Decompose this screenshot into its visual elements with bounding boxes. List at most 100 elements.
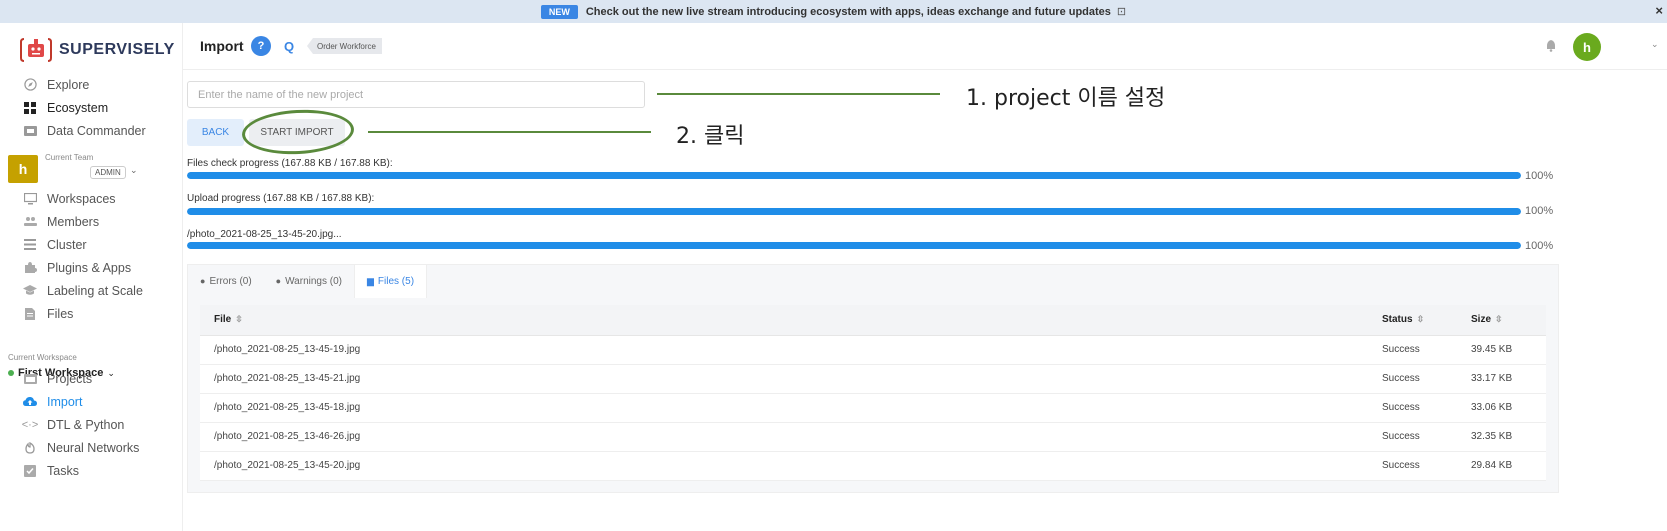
new-badge: NEW: [540, 4, 578, 19]
sidebar-item-label: Data Commander: [47, 123, 146, 138]
sidebar-item-cluster[interactable]: Cluster: [0, 233, 183, 256]
progress-label: /photo_2021-08-25_13-45-20.jpg...: [187, 229, 342, 240]
grid-icon: [23, 101, 37, 115]
file-icon: ▆: [366, 276, 374, 286]
annotation-ellipse: [240, 107, 356, 157]
sidebar-item-projects[interactable]: Projects: [0, 367, 183, 390]
help-icon[interactable]: ?: [251, 36, 271, 56]
sidebar-item-data-commander[interactable]: Data Commander: [0, 119, 183, 142]
current-team[interactable]: h Current Team ADMIN ⌄: [8, 153, 178, 187]
server-icon: [23, 238, 37, 252]
sidebar-item-label: Ecosystem: [47, 100, 109, 115]
column-header-status[interactable]: Status ⇳: [1368, 305, 1457, 336]
code-icon: <·>: [21, 418, 39, 431]
annotation-text-2: 2. 클릭: [676, 124, 745, 149]
sidebar-item-labeling-at-scale[interactable]: Labeling at Scale: [0, 279, 183, 302]
puzzle-icon: [23, 261, 37, 275]
size-cell: 32.35 KB: [1457, 422, 1546, 452]
sidebar-item-label: Labeling at Scale: [47, 283, 143, 298]
logo-text: SUPERVISELY: [59, 41, 175, 58]
table-row: /photo_2021-08-25_13-45-20.jpg Success 2…: [200, 451, 1546, 481]
project-name-input[interactable]: [187, 81, 645, 108]
tasks-icon: [23, 464, 37, 478]
chevron-down-icon[interactable]: ⌄: [130, 165, 138, 176]
tab-label: Warnings (0): [285, 275, 342, 287]
user-avatar[interactable]: h: [1573, 33, 1601, 61]
sidebar-item-tasks[interactable]: Tasks: [0, 459, 183, 482]
status-cell: Success: [1368, 335, 1457, 365]
sidebar-item-neural-networks[interactable]: Neural Networks: [0, 436, 183, 459]
main-nav: Explore Ecosystem Data Commander: [0, 73, 183, 142]
table-header-row: File ⇳ Status ⇳ Size ⇳: [200, 305, 1546, 336]
sidebar-item-plugins-apps[interactable]: Plugins & Apps: [0, 256, 183, 279]
sidebar-item-explore[interactable]: Explore: [0, 73, 183, 96]
annotation-line-2: [368, 131, 651, 133]
size-cell: 29.84 KB: [1457, 451, 1546, 481]
close-banner-icon[interactable]: ×: [1655, 3, 1663, 18]
progress-percent: 100%: [1525, 170, 1554, 182]
annotation-text-1: 1. project 이름 설정: [966, 86, 1166, 111]
progress-percent: 100%: [1525, 205, 1554, 217]
search-q-icon[interactable]: Q: [279, 36, 299, 56]
progress-bar: [187, 172, 1521, 179]
banner-text[interactable]: Check out the new live stream introducin…: [586, 6, 1111, 18]
logo[interactable]: SUPERVISELY: [20, 35, 175, 65]
projects-icon: [23, 372, 37, 386]
sidebar-item-dtl-python[interactable]: <·> DTL & Python: [0, 413, 183, 436]
back-button[interactable]: BACK: [187, 119, 244, 146]
table-row: /photo_2021-08-25_13-46-26.jpg Success 3…: [200, 422, 1546, 452]
file-cell: /photo_2021-08-25_13-45-19.jpg: [200, 335, 1368, 365]
tab-errors[interactable]: ● Errors (0): [188, 265, 264, 297]
team-nav: Workspaces Members Cluster Plugins & App…: [0, 187, 183, 325]
robot-logo-icon: [20, 35, 52, 65]
sidebar-item-members[interactable]: Members: [0, 210, 183, 233]
tab-files[interactable]: ▆ Files (5): [353, 265, 428, 298]
brain-icon: [23, 441, 37, 455]
folder-icon: [23, 124, 37, 138]
users-icon: [23, 215, 37, 229]
file-icon: [23, 307, 37, 321]
order-workforce-tag[interactable]: Order Workforce: [307, 38, 382, 54]
file-cell: /photo_2021-08-25_13-45-21.jpg: [200, 364, 1368, 394]
sidebar-item-import[interactable]: Import: [0, 390, 183, 413]
sidebar-item-label: DTL & Python: [47, 417, 125, 432]
cloud-upload-icon: [23, 395, 37, 409]
column-header-file[interactable]: File ⇳: [200, 305, 1368, 336]
progress-fill: [187, 172, 1521, 179]
column-header-size[interactable]: Size ⇳: [1457, 305, 1546, 336]
file-cell: /photo_2021-08-25_13-46-26.jpg: [200, 422, 1368, 452]
monitor-icon: [23, 192, 37, 206]
progress-label: Upload progress (167.88 KB / 167.88 KB):: [187, 193, 375, 204]
sidebar-item-label: Workspaces: [47, 191, 116, 206]
chevron-down-icon[interactable]: ⌄: [1651, 39, 1659, 50]
page-title: Import: [200, 38, 244, 54]
size-cell: 33.17 KB: [1457, 364, 1546, 394]
progress-bar: [187, 208, 1521, 215]
status-cell: Success: [1368, 364, 1457, 394]
tab-warnings[interactable]: ● Warnings (0): [264, 265, 354, 297]
bell-icon[interactable]: [1546, 40, 1556, 52]
tab-label: Errors (0): [209, 275, 252, 287]
external-link-icon[interactable]: ⊡: [1117, 5, 1126, 18]
tab-label: Files (5): [377, 276, 415, 287]
sort-icon: ⇳: [1416, 314, 1425, 325]
table-row: /photo_2021-08-25_13-45-21.jpg Success 3…: [200, 364, 1546, 394]
size-cell: 39.45 KB: [1457, 335, 1546, 365]
size-cell: 33.06 KB: [1457, 393, 1546, 423]
sidebar: SUPERVISELY Explore Ecosystem Data Comma…: [0, 23, 183, 531]
page-header: Import ? Q Order Workforce h ⌄: [183, 23, 1667, 70]
sidebar-item-label: Files: [47, 306, 74, 321]
warning-icon: ●: [275, 276, 282, 286]
sidebar-item-files[interactable]: Files: [0, 302, 183, 325]
graduation-icon: [23, 284, 37, 298]
file-cell: /photo_2021-08-25_13-45-18.jpg: [200, 393, 1368, 423]
status-cell: Success: [1368, 393, 1457, 423]
workspace-nav: Projects Import <·> DTL & Python Neural …: [0, 367, 183, 482]
compass-icon: [23, 78, 37, 92]
sidebar-item-workspaces[interactable]: Workspaces: [0, 187, 183, 210]
sidebar-item-label: Explore: [47, 77, 90, 92]
sort-icon: ⇳: [235, 314, 243, 325]
annotation-line-1: [657, 93, 940, 95]
tabs: ● Errors (0) ● Warnings (0) ▆ Files (5): [188, 265, 428, 298]
sidebar-item-ecosystem[interactable]: Ecosystem: [0, 96, 183, 119]
